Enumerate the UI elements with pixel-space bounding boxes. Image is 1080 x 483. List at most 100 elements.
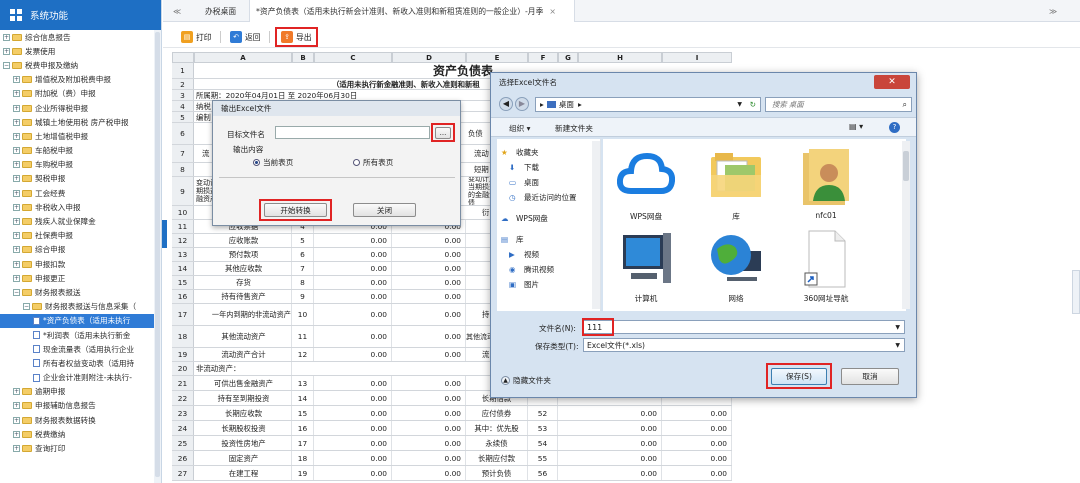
refresh-icon[interactable]: ↻ [750, 100, 756, 109]
expand-icon[interactable]: + [13, 118, 20, 126]
expand-icon[interactable]: + [13, 274, 20, 282]
sidebar-item[interactable]: 企业会计准则附注-未执行- [0, 371, 161, 385]
chevron-down-icon[interactable]: ▼ [895, 342, 900, 349]
target-file-input[interactable] [275, 126, 430, 139]
sidebar-item[interactable]: + 车船税申报 [0, 144, 161, 158]
file-item-wps-cloud[interactable]: WPS网盘 [609, 147, 683, 222]
table-cell[interactable]: 0.00 [578, 406, 662, 420]
table-cell[interactable]: 0.00 [314, 451, 392, 465]
col-header-d[interactable]: D [392, 52, 466, 63]
start-convert-button[interactable]: 开始转换 [264, 203, 327, 217]
filename-combobox[interactable]: 111 ▼ [582, 318, 905, 336]
expand-icon[interactable]: + [13, 189, 20, 197]
chevron-down-icon[interactable]: ▼ [737, 101, 742, 108]
hide-folders-toggle[interactable]: ▲ 隐藏文件夹 [501, 375, 551, 386]
sidebar-item[interactable]: + 工会经费 [0, 186, 161, 200]
sidebar-item[interactable]: + 申报扣款 [0, 257, 161, 271]
collapse-icon[interactable]: − [3, 61, 10, 69]
table-cell[interactable]: 0.00 [662, 451, 732, 465]
sidebar-scrollbar[interactable] [154, 30, 161, 483]
table-cell[interactable]: 0.00 [392, 436, 466, 450]
sidebar-item[interactable]: − 税费申报及缴纳 [0, 58, 161, 72]
right-edge-tab[interactable] [1072, 270, 1080, 314]
address-bar[interactable]: ▸ 桌面 ▸ ▼ ↻ [535, 97, 761, 112]
filename-input[interactable]: 111 [582, 318, 614, 336]
col-header-i[interactable]: I [662, 52, 732, 63]
nav-item[interactable]: ▭ 桌面 [497, 175, 600, 190]
back-arrow-icon[interactable]: ◀ [499, 97, 513, 111]
table-cell[interactable]: 0.00 [392, 421, 466, 435]
sidebar-item[interactable]: + 车购税申报 [0, 158, 161, 172]
expand-icon[interactable]: + [13, 175, 20, 183]
sidebar-item[interactable]: + 发票使用 [0, 44, 161, 58]
tab-home[interactable]: 办税桌面 [205, 0, 236, 22]
sidebar-item[interactable]: + 税费缴纳 [0, 427, 161, 441]
collapse-icon[interactable]: − [23, 303, 30, 311]
sidebar-item[interactable]: *利润表（适用未执行新金 [0, 328, 161, 342]
expand-icon[interactable]: + [13, 430, 20, 438]
sidebar-item[interactable]: 所有者权益变动表（适用持 [0, 356, 161, 370]
expand-icon[interactable]: + [13, 161, 20, 169]
expand-icon[interactable]: + [13, 246, 20, 254]
nav-item[interactable]: ⬇ 下载 [497, 160, 600, 175]
collapse-icon[interactable]: − [13, 288, 20, 296]
table-row[interactable]: 25 投资性房地产 17 0.00 0.00 永续债 54 0.00 0.00 [172, 436, 732, 451]
expand-icon[interactable]: + [13, 203, 20, 211]
expand-icon[interactable]: + [3, 47, 10, 55]
file-item-computer[interactable]: 计算机 [609, 229, 683, 304]
table-cell[interactable]: 0.00 [578, 466, 662, 480]
table-cell[interactable]: 0.00 [392, 248, 466, 261]
radio-all-pages[interactable]: 所有表页 [353, 157, 393, 168]
nav-item[interactable]: ▶ 视频 [497, 247, 600, 262]
table-cell[interactable]: 0.00 [662, 436, 732, 450]
expand-icon[interactable]: + [13, 260, 20, 268]
table-cell[interactable]: 0.00 [392, 276, 466, 289]
sidebar-item[interactable]: 现金流量表（适用执行企业 [0, 342, 161, 356]
nav-item[interactable]: ☁ WPS网盘 [497, 211, 600, 226]
file-item-user-folder[interactable]: nfc01 [789, 147, 863, 220]
sidebar-item[interactable]: + 申报辅助信息报告 [0, 399, 161, 413]
col-header-h[interactable]: H [578, 52, 662, 63]
file-item-library[interactable]: 库 [699, 147, 773, 222]
table-cell[interactable]: 0.00 [314, 262, 392, 275]
sidebar-item[interactable]: + 附加税（费）申报 [0, 87, 161, 101]
expand-icon[interactable]: + [13, 132, 20, 140]
new-folder-button[interactable]: 新建文件夹 [555, 123, 593, 134]
sidebar-item[interactable]: − 财务报表报送 [0, 285, 161, 299]
sidebar-item[interactable]: + 社保费申报 [0, 229, 161, 243]
sidebar-item[interactable]: + 增值税及附加税费申报 [0, 73, 161, 87]
table-cell[interactable]: 0.00 [578, 451, 662, 465]
organize-button[interactable]: 组织 ▾ [509, 123, 530, 134]
close-icon[interactable]: ✕ [874, 75, 910, 89]
tab-balance-sheet[interactable]: *资产负债表（适用未执行新会计准则、新收入准则和新租赁准则的一般企业）-月季 × [249, 0, 575, 22]
table-cell[interactable]: 0.00 [662, 406, 732, 420]
col-header-c[interactable]: C [314, 52, 392, 63]
radio-current-page[interactable]: 当前表页 [253, 157, 293, 168]
expand-icon[interactable]: + [13, 402, 20, 410]
nav-item[interactable]: ▤ 库 [497, 232, 600, 247]
table-cell[interactable]: 0.00 [314, 421, 392, 435]
table-cell[interactable]: 0.00 [314, 276, 392, 289]
nav-item[interactable]: ★ 收藏夹 [497, 145, 600, 160]
table-cell[interactable]: 0.00 [314, 406, 392, 420]
tab-scroll-left-button[interactable]: ≪ [173, 0, 181, 22]
nav-scrollbar[interactable] [592, 141, 600, 309]
table-cell[interactable]: 0.00 [578, 436, 662, 450]
help-icon[interactable]: ? [889, 122, 900, 133]
expand-icon[interactable]: + [13, 218, 20, 226]
table-cell[interactable]: 0.00 [392, 262, 466, 275]
sidebar-item[interactable]: + 城镇土地使用税 房产税申报 [0, 115, 161, 129]
table-cell[interactable]: 0.00 [314, 436, 392, 450]
browse-button[interactable]: ... [435, 126, 451, 139]
col-header-g[interactable]: G [558, 52, 578, 63]
table-cell[interactable]: 0.00 [392, 406, 466, 420]
close-dialog-button[interactable]: 关闭 [353, 203, 416, 217]
nav-item[interactable]: ▣ 图片 [497, 277, 600, 292]
sidebar-item[interactable]: + 逾期申报 [0, 385, 161, 399]
sidebar-item[interactable]: *资产负债表（适用未执行 [0, 313, 161, 328]
table-cell[interactable]: 0.00 [314, 466, 392, 480]
expand-icon[interactable]: + [13, 104, 20, 112]
search-box[interactable]: ⌕ [765, 97, 912, 112]
sidebar-item[interactable]: − 财务报表报送与信息采集（ [0, 300, 161, 314]
col-header-e[interactable]: E [466, 52, 528, 63]
